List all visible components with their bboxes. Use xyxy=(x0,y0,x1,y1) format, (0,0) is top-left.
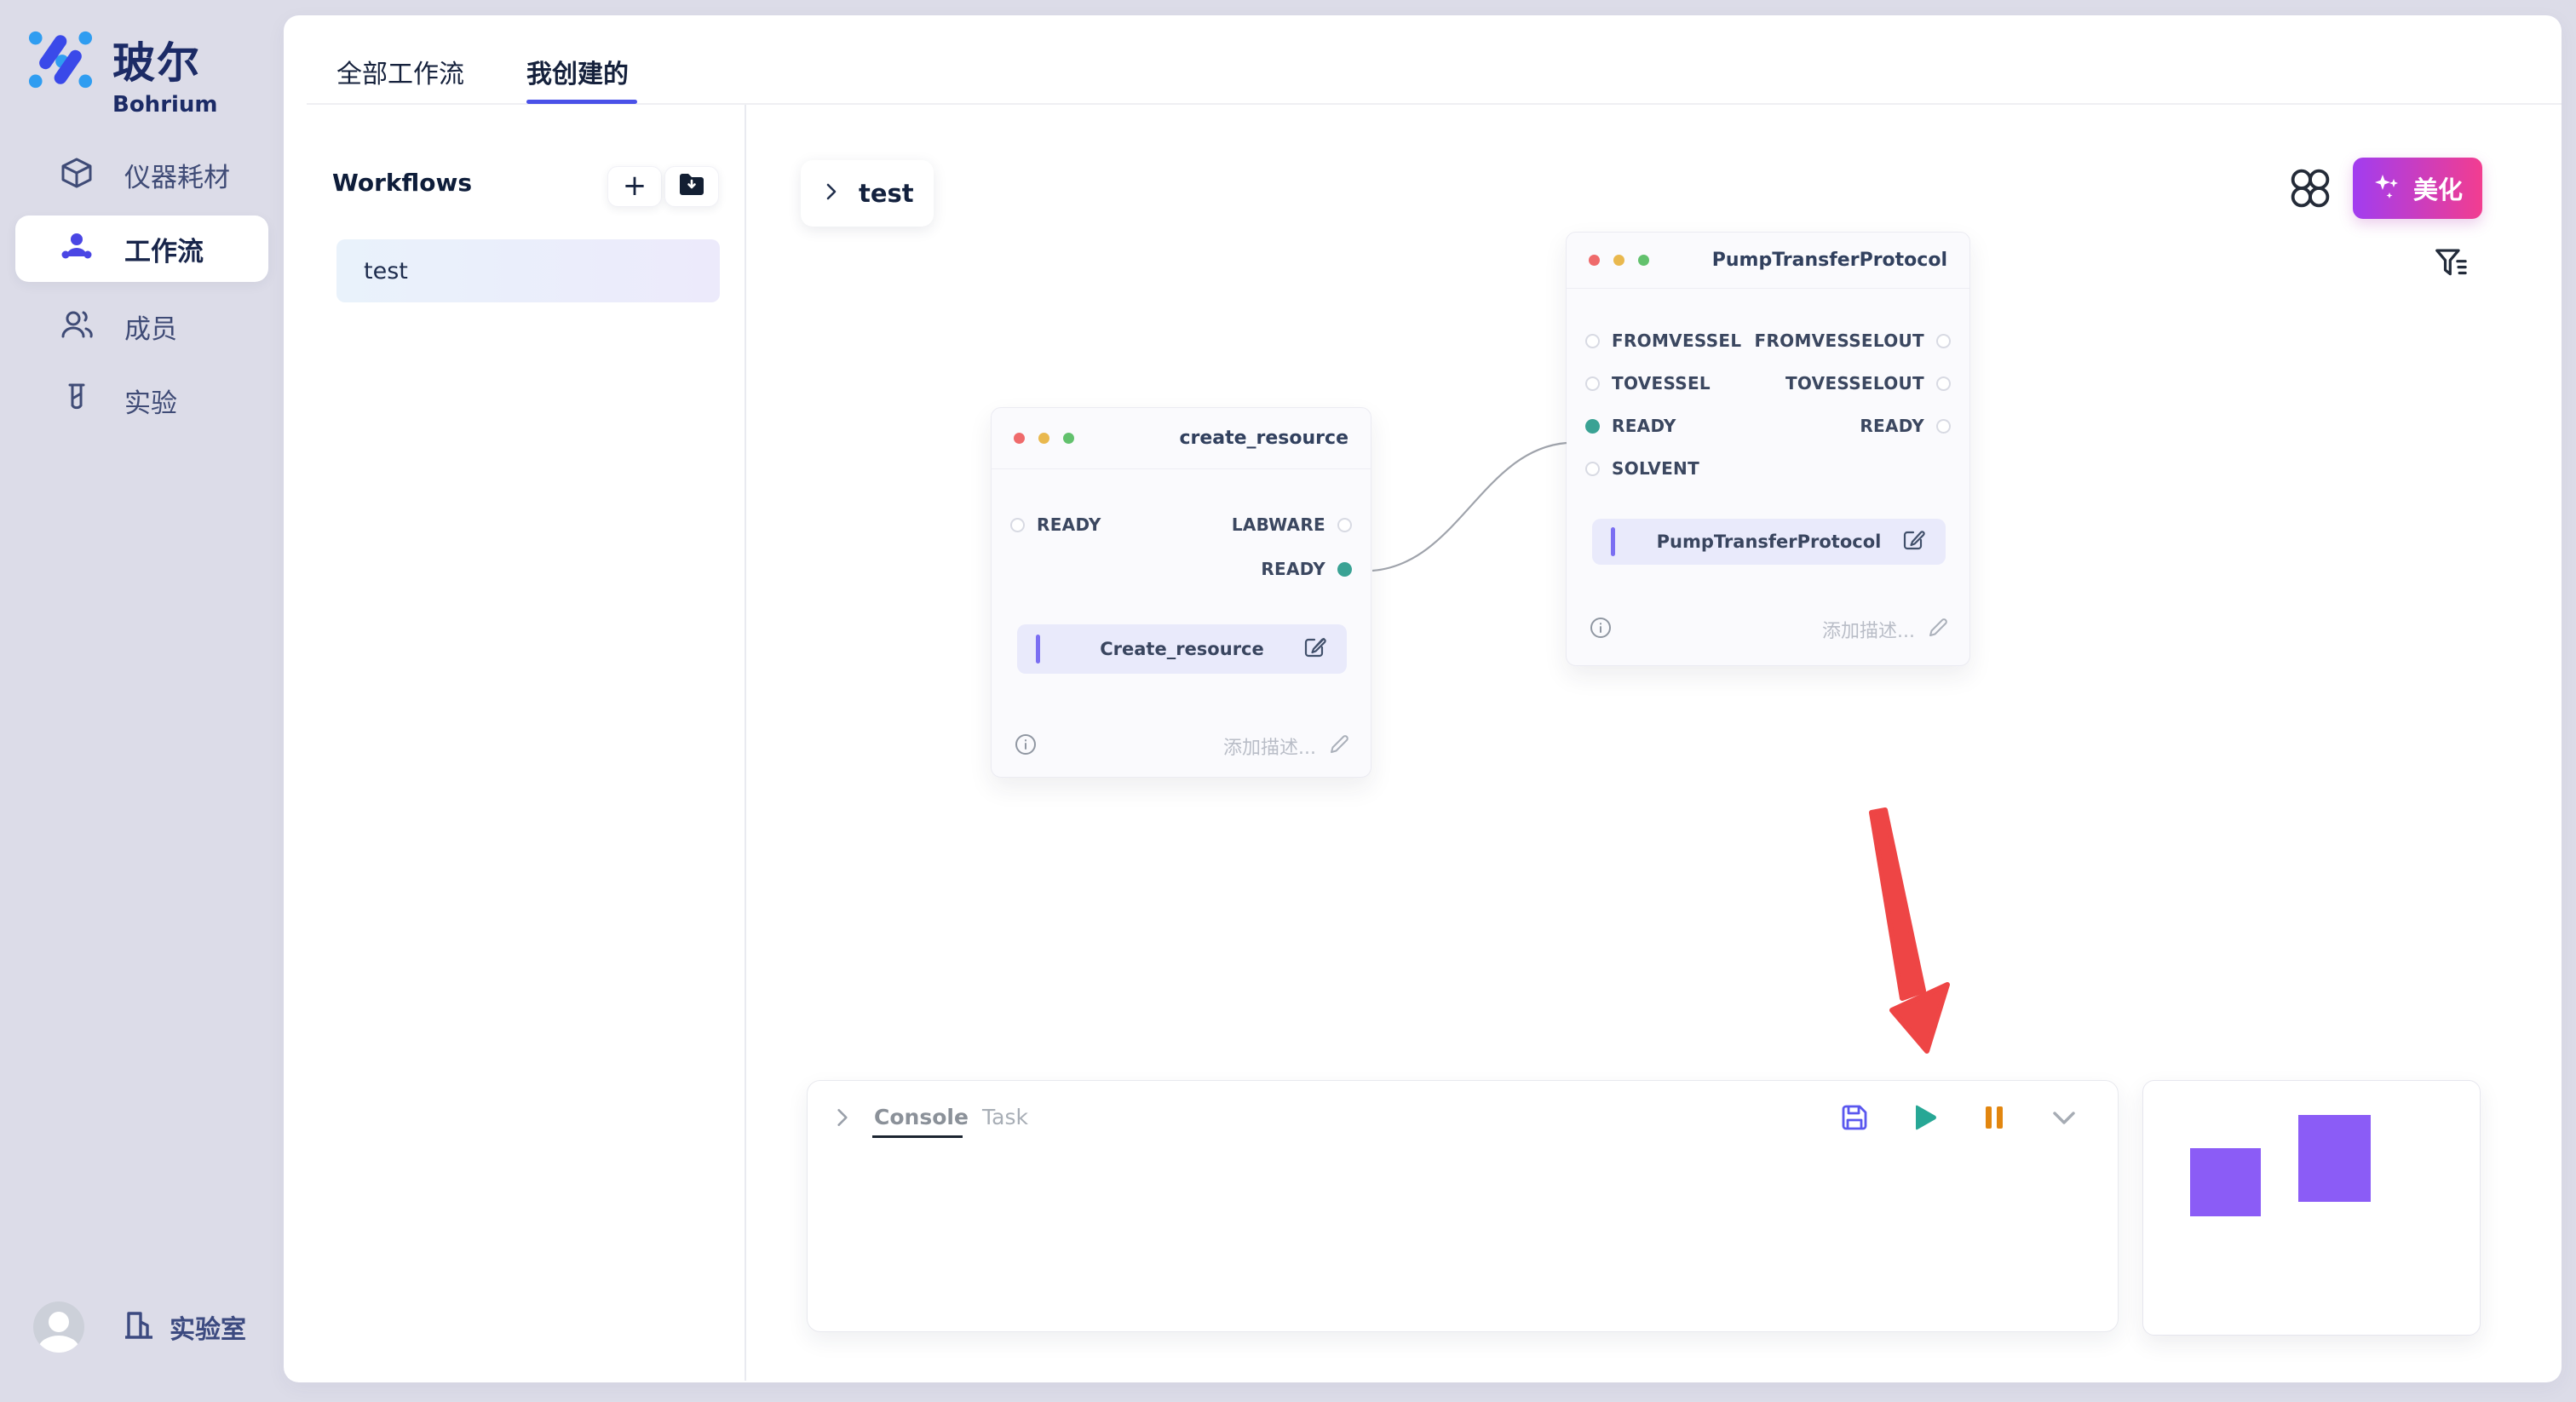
output-port-labware[interactable] xyxy=(1337,518,1352,532)
layout-clover-icon[interactable] xyxy=(2286,164,2334,215)
port-label: FROMVESSELOUT xyxy=(1755,330,1925,351)
canvas-breadcrumb[interactable]: test xyxy=(801,160,934,227)
plus-icon: + xyxy=(623,171,647,200)
traffic-light-dots-icon xyxy=(1014,433,1074,444)
add-workflow-button[interactable]: + xyxy=(607,166,662,207)
pause-icon[interactable] xyxy=(1978,1101,2010,1137)
node-header: PumpTransferProtocol xyxy=(1567,233,1969,289)
port-label: READY xyxy=(1612,416,1676,436)
bohrium-logo-icon xyxy=(27,29,94,94)
list-canvas-divider xyxy=(745,105,746,1381)
minimap-node-create-resource xyxy=(2190,1148,2261,1216)
input-port-solvent[interactable] xyxy=(1585,462,1600,476)
info-icon[interactable] xyxy=(1589,616,1613,643)
save-icon[interactable] xyxy=(1838,1101,1871,1137)
members-icon xyxy=(60,307,94,345)
workspace-switcher[interactable]: 实验室 xyxy=(122,1308,246,1346)
package-box-icon xyxy=(60,156,94,193)
logo-title: 玻尔 xyxy=(112,29,218,90)
sidebar-item-experiments[interactable]: 实验 xyxy=(15,367,268,434)
logo: 玻尔 Bohrium xyxy=(27,29,218,118)
port-label: FROMVESSEL xyxy=(1612,330,1741,351)
import-folder-button[interactable] xyxy=(664,166,719,207)
node-action-pill[interactable]: Create_resource xyxy=(1017,624,1347,674)
sidebar-item-members[interactable]: 成员 xyxy=(15,293,268,359)
console-tab-task[interactable]: Task xyxy=(982,1105,1028,1129)
active-tab-underline xyxy=(526,100,637,104)
port-label: TOVESSELOUT xyxy=(1785,373,1924,394)
port-label: READY xyxy=(1261,559,1325,579)
node-header: create_resource xyxy=(992,408,1371,469)
traffic-light-dots-icon xyxy=(1589,255,1649,266)
pencil-icon[interactable] xyxy=(1328,733,1350,759)
port-label: TOVESSEL xyxy=(1612,373,1711,394)
sidebar-item-workflows[interactable]: 工作流 xyxy=(15,215,268,282)
edit-square-icon[interactable] xyxy=(1901,527,1927,556)
tab-all-workflows[interactable]: 全部工作流 xyxy=(336,53,464,90)
input-port-ready-connected[interactable] xyxy=(1585,419,1600,434)
input-port-ready[interactable] xyxy=(1010,518,1025,532)
output-port-tovesselout[interactable] xyxy=(1936,376,1951,391)
minimap-node-pump-transfer xyxy=(2298,1115,2371,1202)
tab-my-created[interactable]: 我创建的 xyxy=(526,53,629,90)
node-pump-transfer-protocol[interactable]: PumpTransferProtocol FROMVESSEL FROMVESS… xyxy=(1566,232,1970,666)
port-label: READY xyxy=(1037,514,1101,535)
node-create-resource[interactable]: create_resource READY LABWARE READY Crea… xyxy=(991,407,1371,778)
workflow-list-item-test[interactable]: test xyxy=(336,239,720,302)
sidebar-item-label: 实验 xyxy=(124,382,177,420)
filter-funnel-icon[interactable] xyxy=(2432,244,2471,286)
logo-subtitle: Bohrium xyxy=(112,92,218,118)
building-icon xyxy=(122,1308,156,1346)
node-action-pill[interactable]: PumpTransferProtocol xyxy=(1592,519,1946,565)
output-port-ready[interactable] xyxy=(1936,419,1951,434)
node-title: create_resource xyxy=(1179,428,1348,449)
minimap[interactable] xyxy=(2142,1080,2481,1336)
port-label: SOLVENT xyxy=(1612,458,1699,479)
input-port-tovessel[interactable] xyxy=(1585,376,1600,391)
beautify-button[interactable]: 美化 xyxy=(2353,158,2482,219)
collapse-chevron-down-icon[interactable] xyxy=(2048,1101,2080,1137)
workflow-people-icon xyxy=(60,230,94,267)
pill-accent-bar xyxy=(1611,527,1615,556)
run-play-icon[interactable] xyxy=(1908,1101,1941,1137)
tabbar-divider xyxy=(307,103,2562,105)
chevron-right-icon xyxy=(821,181,842,205)
workspace-label: 实验室 xyxy=(170,1308,246,1346)
workflow-item-label: test xyxy=(364,258,408,284)
pill-label: Create_resource xyxy=(1100,639,1264,659)
sidebar-item-label: 仪器耗材 xyxy=(124,156,230,194)
user-avatar[interactable] xyxy=(33,1301,84,1353)
console-tab-console[interactable]: Console xyxy=(874,1105,969,1129)
sidebar: 玻尔 Bohrium 仪器耗材 工作流 xyxy=(0,0,284,1402)
breadcrumb-label: test xyxy=(859,179,914,208)
sidebar-item-label: 成员 xyxy=(124,307,177,346)
input-port-fromvessel[interactable] xyxy=(1585,334,1600,348)
console-active-underline xyxy=(872,1135,963,1138)
console-panel: Console Task xyxy=(807,1080,2119,1332)
sparkles-icon xyxy=(2372,172,2401,204)
output-port-ready-connected[interactable] xyxy=(1337,562,1352,577)
sidebar-item-instruments[interactable]: 仪器耗材 xyxy=(15,141,268,208)
info-icon[interactable] xyxy=(1014,733,1038,760)
pencil-icon[interactable] xyxy=(1927,617,1949,642)
port-label: LABWARE xyxy=(1232,514,1325,535)
edit-square-icon[interactable] xyxy=(1302,635,1328,664)
test-tube-icon xyxy=(60,382,94,419)
output-port-fromvesselout[interactable] xyxy=(1936,334,1951,348)
node-title: PumpTransferProtocol xyxy=(1712,250,1947,271)
folder-import-icon xyxy=(676,170,707,204)
port-label: READY xyxy=(1860,416,1924,436)
console-expand-chevron-icon[interactable] xyxy=(831,1106,854,1132)
sidebar-item-label: 工作流 xyxy=(124,230,204,268)
description-placeholder[interactable]: 添加描述... xyxy=(1822,616,1915,643)
pill-label: PumpTransferProtocol xyxy=(1657,531,1882,552)
workflow-list-title: Workflows xyxy=(332,169,472,197)
beautify-label: 美化 xyxy=(2413,170,2463,206)
pill-accent-bar xyxy=(1036,635,1040,664)
description-placeholder[interactable]: 添加描述... xyxy=(1223,733,1316,760)
